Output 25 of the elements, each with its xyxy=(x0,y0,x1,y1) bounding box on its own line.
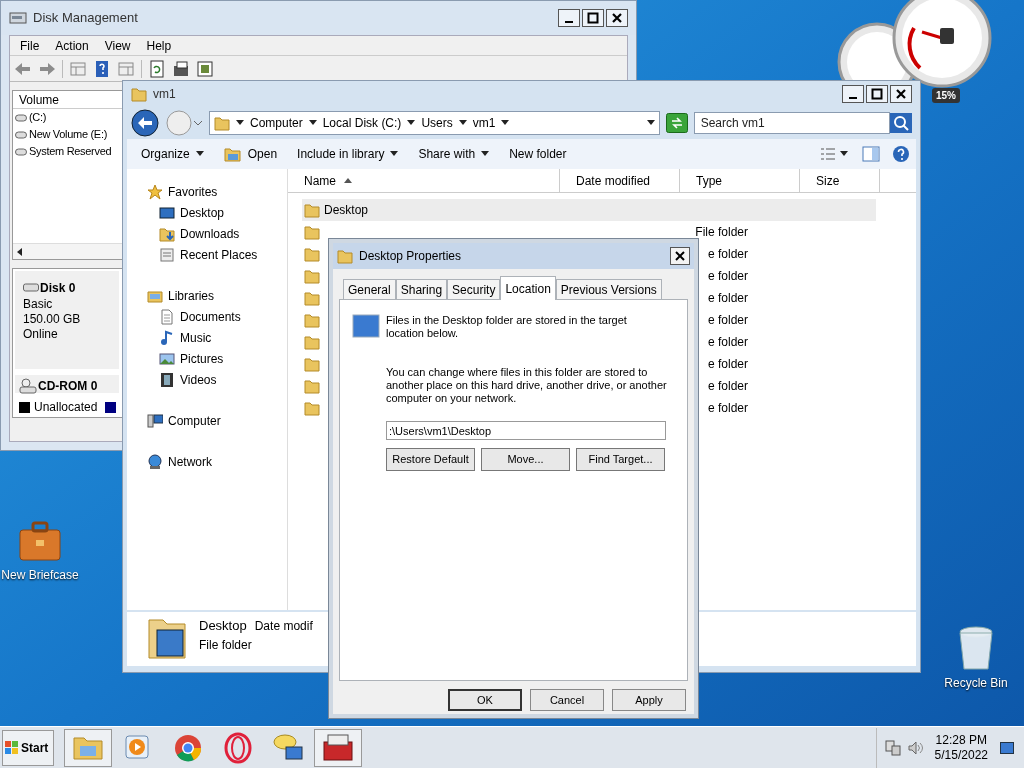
file-type: e folder xyxy=(707,334,748,351)
window-title: vm1 xyxy=(153,86,177,103)
cpu-reading: 15% xyxy=(932,88,960,103)
file-type: File folder xyxy=(695,224,748,241)
disk-name: CD-ROM 0 xyxy=(38,378,98,395)
file-type: e folder xyxy=(707,400,748,417)
info-text: Files in the Desktop folder are stored in the target location below. xyxy=(386,314,628,340)
item-type: File folder xyxy=(199,636,253,654)
file-type: e folder xyxy=(707,312,748,329)
file-type: e folder xyxy=(707,290,748,307)
window-title: Disk Management xyxy=(33,9,139,28)
file-type: e folder xyxy=(707,356,748,373)
disk-detail: Basic xyxy=(23,297,54,312)
item-name: Desktop xyxy=(199,617,247,635)
legend-label: Unallocated xyxy=(34,399,98,416)
file-type: e folder xyxy=(707,246,748,263)
file-type: e folder xyxy=(707,268,748,285)
property-label: Date modif xyxy=(254,618,313,635)
file-name: Desktop xyxy=(324,202,369,219)
help-text: You can change where files in this folder are stored to another place on this hard drive, another drive, or another computer on your network. xyxy=(386,366,668,405)
file-type: e folder xyxy=(707,378,748,395)
disk-name: Disk 0 xyxy=(40,280,76,297)
disk-detail: Online xyxy=(23,327,59,342)
dialog-title: Desktop Properties xyxy=(359,248,463,265)
disk-detail: 150.00 GB xyxy=(23,312,82,327)
